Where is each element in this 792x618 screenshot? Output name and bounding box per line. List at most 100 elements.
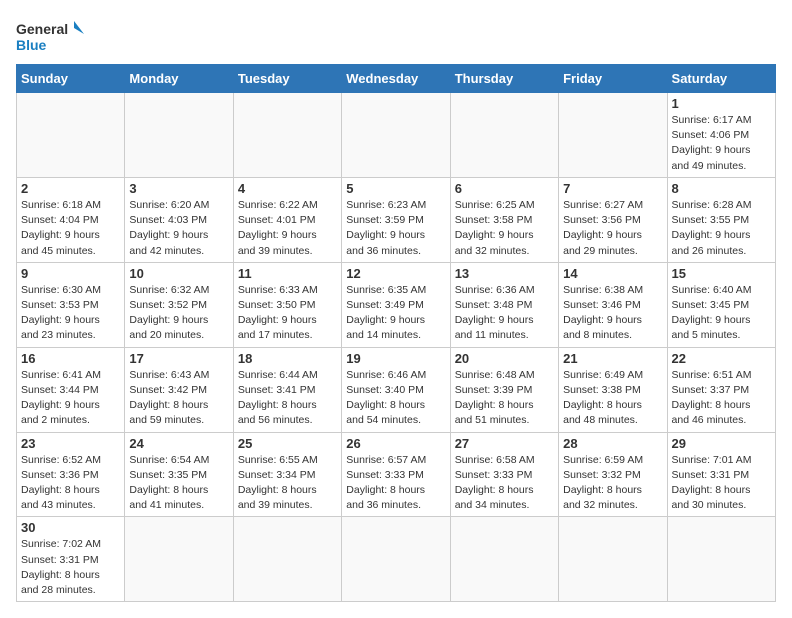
calendar-cell: 10 Sunrise: 6:32 AM Sunset: 3:52 PM Dayli… bbox=[125, 262, 233, 347]
day-info: Sunrise: 6:28 AM Sunset: 3:55 PM Dayligh… bbox=[672, 198, 771, 259]
calendar-table: SundayMondayTuesdayWednesdayThursdayFrid… bbox=[16, 64, 776, 602]
calendar-header: SundayMondayTuesdayWednesdayThursdayFrid… bbox=[17, 65, 776, 93]
calendar-cell: 26Sunrise: 6:57 AM Sunset: 3:33 PM Dayli… bbox=[342, 432, 450, 517]
calendar-cell: 18Sunrise: 6:44 AM Sunset: 3:41 PM Dayli… bbox=[233, 347, 341, 432]
day-info: Sunrise: 6:25 AM Sunset: 3:58 PM Dayligh… bbox=[455, 198, 554, 259]
day-info: Sunrise: 6:27 AM Sunset: 3:56 PM Dayligh… bbox=[563, 198, 662, 259]
logo: General Blue bbox=[16, 16, 86, 56]
calendar-cell: 4Sunrise: 6:22 AM Sunset: 4:01 PM Daylig… bbox=[233, 177, 341, 262]
day-number: 13 bbox=[455, 266, 554, 281]
calendar-cell: 17 Sunrise: 6:43 AM Sunset: 3:42 PM Dayli… bbox=[125, 347, 233, 432]
calendar-cell bbox=[125, 517, 233, 602]
calendar-cell: 23 Sunrise: 6:52 AM Sunset: 3:36 PM Dayli… bbox=[17, 432, 125, 517]
calendar-cell: 28 Sunrise: 6:59 AM Sunset: 3:32 PM Dayli… bbox=[559, 432, 667, 517]
day-info: Sunrise: 7:02 AM Sunset: 3:31 PM Dayligh… bbox=[21, 537, 120, 598]
weekday-header: Monday bbox=[125, 65, 233, 93]
calendar-cell: 25 Sunrise: 6:55 AM Sunset: 3:34 PM Dayli… bbox=[233, 432, 341, 517]
day-number: 12 bbox=[346, 266, 445, 281]
calendar-week-row: 1Sunrise: 6:17 AM Sunset: 4:06 PM Daylig… bbox=[17, 93, 776, 178]
day-info: Sunrise: 6:38 AM Sunset: 3:46 PM Dayligh… bbox=[563, 283, 662, 344]
calendar-cell bbox=[559, 517, 667, 602]
calendar-cell: 19 Sunrise: 6:46 AM Sunset: 3:40 PM Dayli… bbox=[342, 347, 450, 432]
calendar-body: 1Sunrise: 6:17 AM Sunset: 4:06 PM Daylig… bbox=[17, 93, 776, 602]
day-info: Sunrise: 6:32 AM Sunset: 3:52 PM Dayligh… bbox=[129, 283, 228, 344]
day-info: Sunrise: 6:48 AM Sunset: 3:39 PM Dayligh… bbox=[455, 368, 554, 429]
day-number: 2 bbox=[21, 181, 120, 196]
day-info: Sunrise: 6:30 AM Sunset: 3:53 PM Dayligh… bbox=[21, 283, 120, 344]
calendar-cell: 6 Sunrise: 6:25 AM Sunset: 3:58 PM Daylig… bbox=[450, 177, 558, 262]
day-info: Sunrise: 6:46 AM Sunset: 3:40 PM Dayligh… bbox=[346, 368, 445, 429]
day-info: Sunrise: 6:49 AM Sunset: 3:38 PM Dayligh… bbox=[563, 368, 662, 429]
calendar-cell: 2Sunrise: 6:18 AM Sunset: 4:04 PM Daylig… bbox=[17, 177, 125, 262]
day-number: 24 bbox=[129, 436, 228, 451]
calendar-cell bbox=[342, 517, 450, 602]
day-number: 8 bbox=[672, 181, 771, 196]
day-number: 17 bbox=[129, 351, 228, 366]
weekday-header: Thursday bbox=[450, 65, 558, 93]
day-info: Sunrise: 6:54 AM Sunset: 3:35 PM Dayligh… bbox=[129, 453, 228, 514]
calendar-cell bbox=[125, 93, 233, 178]
calendar-cell: 29Sunrise: 7:01 AM Sunset: 3:31 PM Dayli… bbox=[667, 432, 775, 517]
day-info: Sunrise: 6:41 AM Sunset: 3:44 PM Dayligh… bbox=[21, 368, 120, 429]
calendar-cell: 24 Sunrise: 6:54 AM Sunset: 3:35 PM Dayli… bbox=[125, 432, 233, 517]
weekday-header: Sunday bbox=[17, 65, 125, 93]
day-info: Sunrise: 6:55 AM Sunset: 3:34 PM Dayligh… bbox=[238, 453, 337, 514]
day-info: Sunrise: 6:23 AM Sunset: 3:59 PM Dayligh… bbox=[346, 198, 445, 259]
calendar-cell bbox=[17, 93, 125, 178]
day-number: 30 bbox=[21, 520, 120, 535]
day-number: 19 bbox=[346, 351, 445, 366]
day-info: Sunrise: 6:43 AM Sunset: 3:42 PM Dayligh… bbox=[129, 368, 228, 429]
day-info: Sunrise: 6:17 AM Sunset: 4:06 PM Dayligh… bbox=[672, 113, 771, 174]
day-info: Sunrise: 6:36 AM Sunset: 3:48 PM Dayligh… bbox=[455, 283, 554, 344]
calendar-cell: 5Sunrise: 6:23 AM Sunset: 3:59 PM Daylig… bbox=[342, 177, 450, 262]
calendar-week-row: 2Sunrise: 6:18 AM Sunset: 4:04 PM Daylig… bbox=[17, 177, 776, 262]
day-number: 16 bbox=[21, 351, 120, 366]
calendar-cell bbox=[667, 517, 775, 602]
calendar-cell: 9Sunrise: 6:30 AM Sunset: 3:53 PM Daylig… bbox=[17, 262, 125, 347]
calendar-week-row: 30 Sunrise: 7:02 AM Sunset: 3:31 PM Dayli… bbox=[17, 517, 776, 602]
svg-text:General: General bbox=[16, 21, 68, 37]
day-number: 11 bbox=[238, 266, 337, 281]
day-info: Sunrise: 6:22 AM Sunset: 4:01 PM Dayligh… bbox=[238, 198, 337, 259]
calendar-cell bbox=[559, 93, 667, 178]
calendar-cell: 27 Sunrise: 6:58 AM Sunset: 3:33 PM Dayli… bbox=[450, 432, 558, 517]
day-number: 23 bbox=[21, 436, 120, 451]
day-number: 20 bbox=[455, 351, 554, 366]
calendar-cell: 22Sunrise: 6:51 AM Sunset: 3:37 PM Dayli… bbox=[667, 347, 775, 432]
calendar-cell: 14Sunrise: 6:38 AM Sunset: 3:46 PM Dayli… bbox=[559, 262, 667, 347]
day-info: Sunrise: 7:01 AM Sunset: 3:31 PM Dayligh… bbox=[672, 453, 771, 514]
svg-text:Blue: Blue bbox=[16, 37, 47, 53]
day-info: Sunrise: 6:58 AM Sunset: 3:33 PM Dayligh… bbox=[455, 453, 554, 514]
calendar-cell: 16 Sunrise: 6:41 AM Sunset: 3:44 PM Dayli… bbox=[17, 347, 125, 432]
weekday-header: Wednesday bbox=[342, 65, 450, 93]
calendar-cell bbox=[342, 93, 450, 178]
calendar-cell: 21 Sunrise: 6:49 AM Sunset: 3:38 PM Dayli… bbox=[559, 347, 667, 432]
day-number: 26 bbox=[346, 436, 445, 451]
day-number: 3 bbox=[129, 181, 228, 196]
weekday-header: Tuesday bbox=[233, 65, 341, 93]
day-number: 28 bbox=[563, 436, 662, 451]
day-number: 27 bbox=[455, 436, 554, 451]
day-number: 21 bbox=[563, 351, 662, 366]
calendar-cell bbox=[450, 517, 558, 602]
calendar-week-row: 9Sunrise: 6:30 AM Sunset: 3:53 PM Daylig… bbox=[17, 262, 776, 347]
day-number: 25 bbox=[238, 436, 337, 451]
day-number: 10 bbox=[129, 266, 228, 281]
day-info: Sunrise: 6:59 AM Sunset: 3:32 PM Dayligh… bbox=[563, 453, 662, 514]
day-number: 6 bbox=[455, 181, 554, 196]
calendar-cell: 3Sunrise: 6:20 AM Sunset: 4:03 PM Daylig… bbox=[125, 177, 233, 262]
calendar-cell bbox=[233, 517, 341, 602]
calendar-cell: 13 Sunrise: 6:36 AM Sunset: 3:48 PM Dayli… bbox=[450, 262, 558, 347]
calendar-cell: 30 Sunrise: 7:02 AM Sunset: 3:31 PM Dayli… bbox=[17, 517, 125, 602]
calendar-week-row: 23 Sunrise: 6:52 AM Sunset: 3:36 PM Dayli… bbox=[17, 432, 776, 517]
calendar-cell: 12 Sunrise: 6:35 AM Sunset: 3:49 PM Dayli… bbox=[342, 262, 450, 347]
calendar-cell: 1Sunrise: 6:17 AM Sunset: 4:06 PM Daylig… bbox=[667, 93, 775, 178]
day-info: Sunrise: 6:52 AM Sunset: 3:36 PM Dayligh… bbox=[21, 453, 120, 514]
day-info: Sunrise: 6:35 AM Sunset: 3:49 PM Dayligh… bbox=[346, 283, 445, 344]
day-info: Sunrise: 6:51 AM Sunset: 3:37 PM Dayligh… bbox=[672, 368, 771, 429]
calendar-week-row: 16 Sunrise: 6:41 AM Sunset: 3:44 PM Dayli… bbox=[17, 347, 776, 432]
day-info: Sunrise: 6:40 AM Sunset: 3:45 PM Dayligh… bbox=[672, 283, 771, 344]
logo-svg: General Blue bbox=[16, 16, 86, 56]
calendar-cell: 7Sunrise: 6:27 AM Sunset: 3:56 PM Daylig… bbox=[559, 177, 667, 262]
day-info: Sunrise: 6:33 AM Sunset: 3:50 PM Dayligh… bbox=[238, 283, 337, 344]
